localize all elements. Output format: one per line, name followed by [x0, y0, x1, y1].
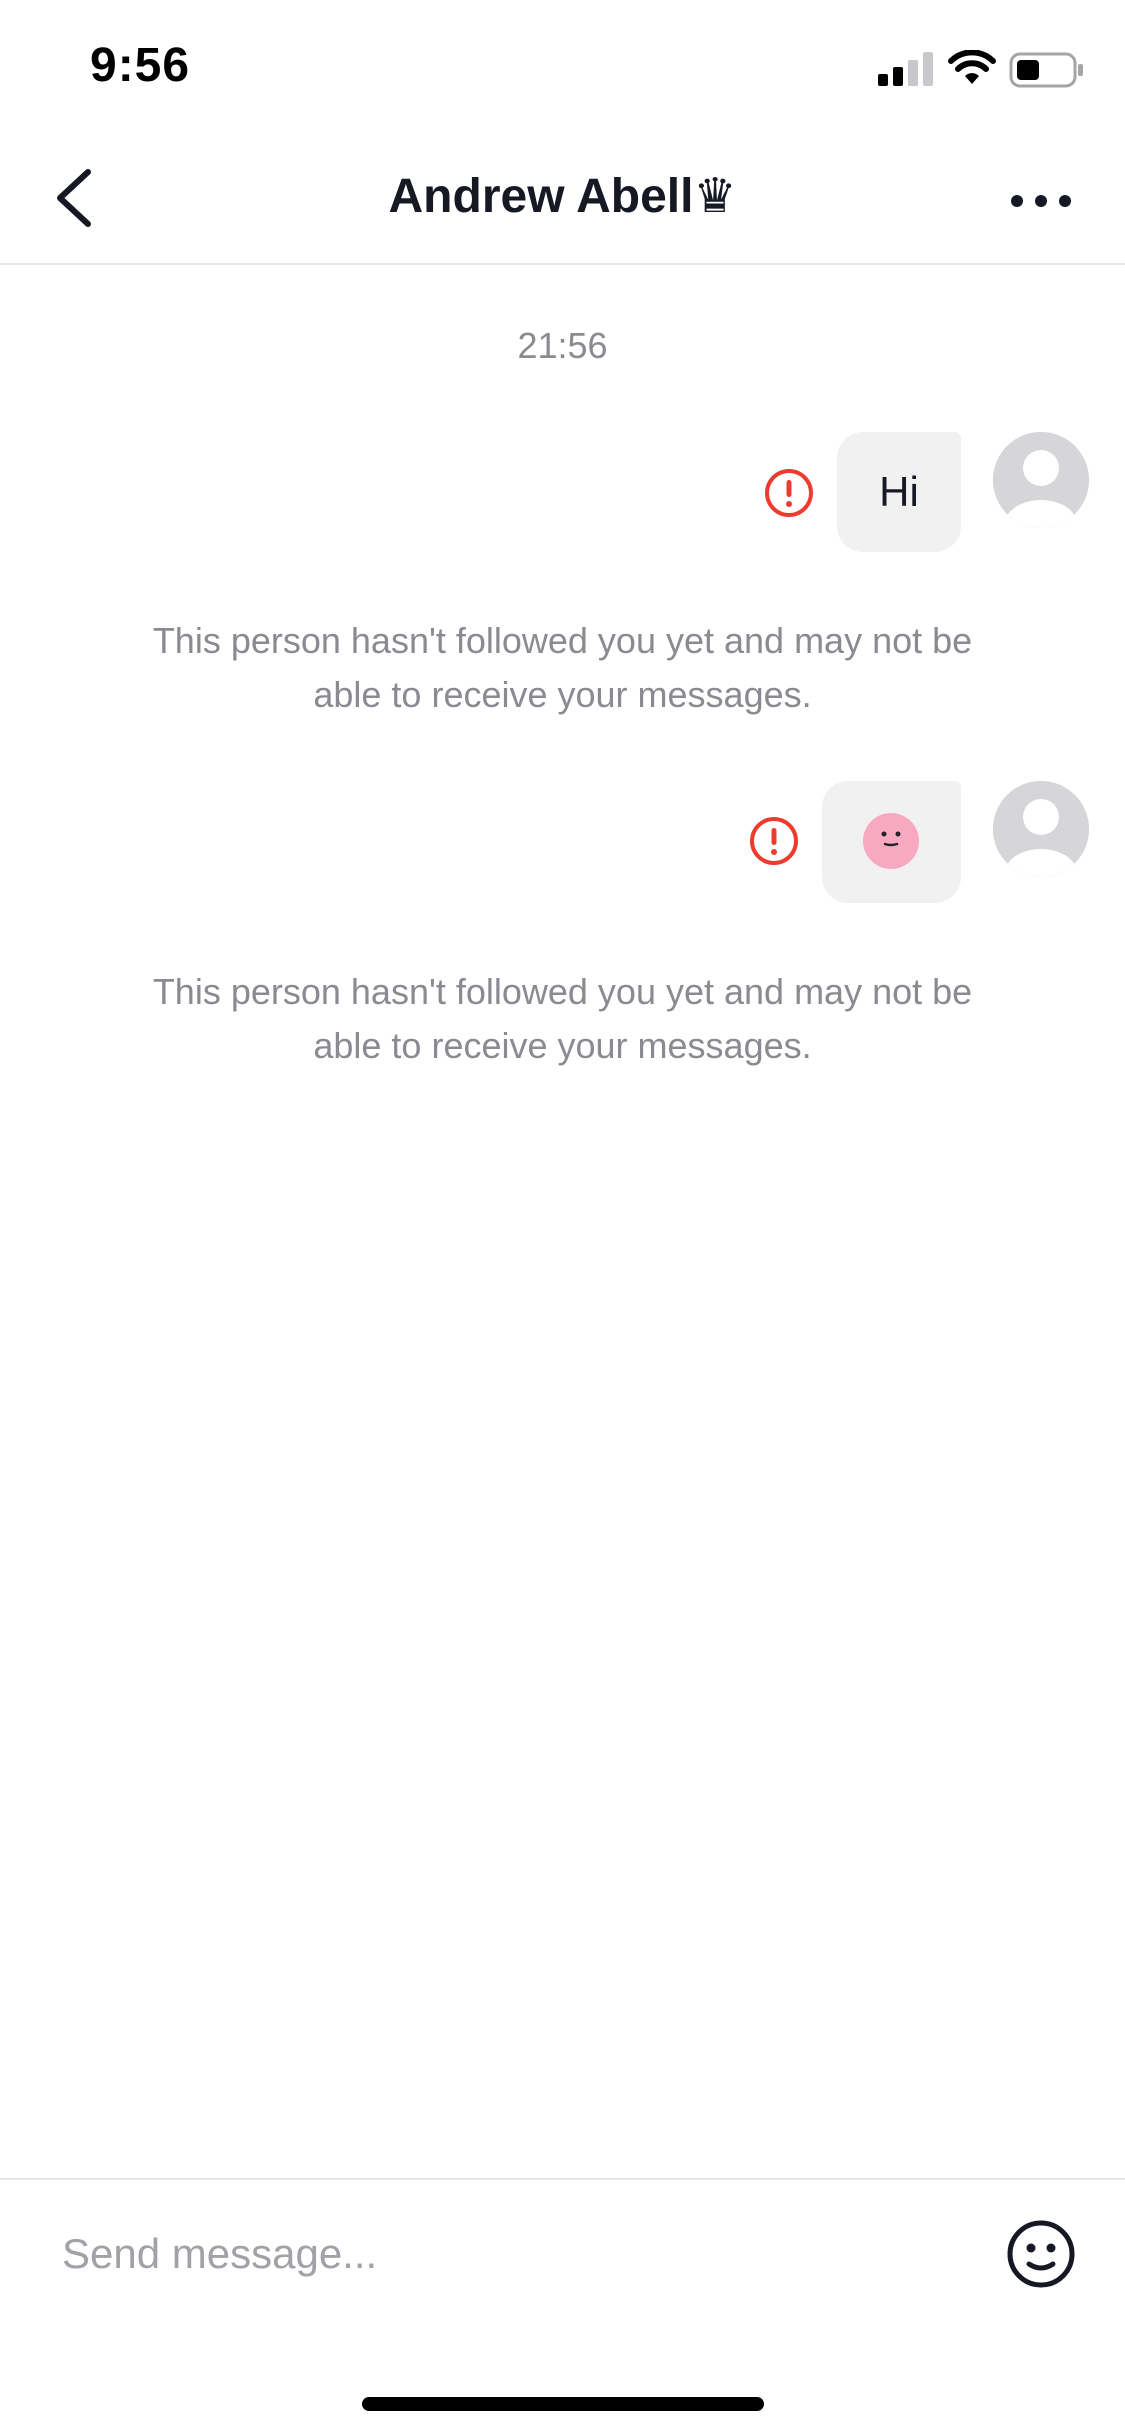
signal-icon: [878, 52, 933, 86]
message-text: Hi: [879, 468, 919, 515]
default-avatar-icon: [993, 781, 1089, 877]
status-time: 9:56: [90, 39, 191, 92]
home-indicator: [362, 2397, 764, 2411]
message-composer: [0, 2178, 1125, 2330]
message-input[interactable]: [62, 2204, 962, 2304]
battery-icon: [1009, 52, 1083, 88]
more-options-button[interactable]: [1000, 166, 1082, 236]
error-icon[interactable]: [764, 468, 814, 518]
follow-notice: This person hasn't followed you yet and …: [152, 620, 973, 715]
avatar[interactable]: [993, 781, 1089, 877]
sticker-bubble[interactable]: [822, 781, 961, 903]
wifi-icon: [948, 50, 996, 84]
chat-header: Andrew Abell♛: [0, 130, 1125, 265]
error-icon[interactable]: [749, 816, 799, 866]
status-bar: 9:56: [0, 0, 1125, 130]
emoji-button[interactable]: [1005, 2218, 1077, 2290]
pink-face-sticker: [863, 813, 919, 869]
conversation-title[interactable]: Andrew Abell♛: [0, 168, 1125, 224]
follow-notice: This person hasn't followed you yet and …: [152, 971, 973, 1066]
message-bubble[interactable]: Hi: [837, 432, 961, 552]
more-options-icon: [1011, 195, 1071, 207]
avatar[interactable]: [993, 432, 1089, 528]
emoji-icon: [1007, 2220, 1075, 2288]
message-timestamp: 21:56: [517, 325, 608, 366]
default-avatar-icon: [993, 432, 1089, 528]
